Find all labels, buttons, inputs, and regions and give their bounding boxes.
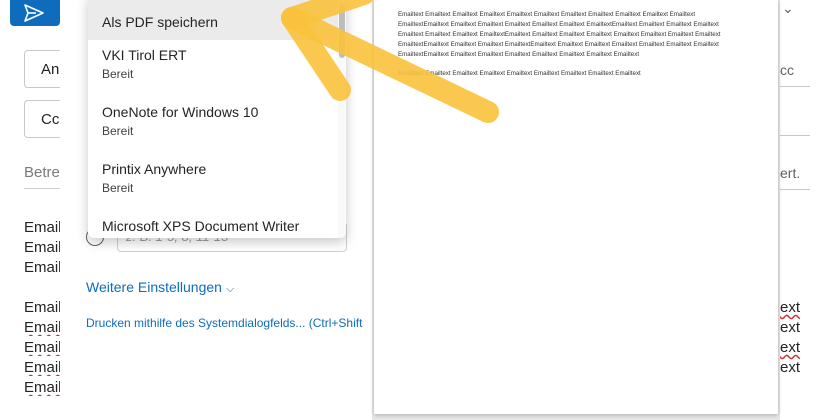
body-line: ext <box>780 359 801 376</box>
preview-text: Emailtext Emailtext Emailtext Emailtext … <box>398 10 738 88</box>
preview-paragraph: Emailtext Emailtext Emailtext Emailtext … <box>398 70 641 77</box>
print-preview: Emailtext Emailtext Emailtext Emailtext … <box>372 0 780 420</box>
printer-name: Microsoft XPS Document Writer <box>102 218 300 234</box>
printer-name: OneNote for Windows 10 <box>102 104 259 120</box>
body-line: ext <box>780 339 801 356</box>
printer-status: Bereit <box>102 67 134 81</box>
body-line: Email <box>24 359 60 376</box>
body-line: ext <box>780 299 801 316</box>
body-line: Email <box>24 339 60 356</box>
preview-paragraph: Emailtext Emailtext Emailtext Emailtext … <box>398 11 721 58</box>
send-icon <box>24 4 44 22</box>
preview-page[interactable]: Emailtext Emailtext Emailtext Emailtext … <box>374 0 778 414</box>
compose-window-left: An Cc Betref Email Email Email Email Ema… <box>0 0 84 420</box>
field-divider <box>780 86 810 87</box>
subject-hint: ert. <box>780 165 801 181</box>
printer-dropdown[interactable]: Als PDF speichern VKI Tirol ERT Bereit O… <box>88 0 346 238</box>
printer-option-printix[interactable]: Printix Anywhere Bereit <box>88 161 338 213</box>
printer-option-pdf[interactable]: Als PDF speichern <box>88 0 338 40</box>
printer-option-xps[interactable]: Microsoft XPS Document Writer <box>88 218 338 238</box>
body-line: Email <box>24 299 60 316</box>
body-line: Email <box>24 239 60 256</box>
subject-divider <box>24 188 60 189</box>
body-line: ext <box>780 319 801 336</box>
printer-status: Bereit <box>102 181 134 195</box>
subject-field[interactable]: Betref <box>24 164 64 181</box>
print-settings-panel: z. B. 1-5, 8, 11-13 Weitere Einstellunge… <box>60 0 372 420</box>
send-button[interactable] <box>10 0 60 26</box>
scrollbar-thumb[interactable] <box>339 4 345 58</box>
compose-window-right: ⌄ cc ert. ext ext ext ext <box>780 0 840 420</box>
more-settings-label: Weitere Einstellungen <box>86 279 222 295</box>
body-line: Email <box>24 379 60 396</box>
printer-status: Bereit <box>102 124 134 138</box>
printer-name: VKI Tirol ERT <box>102 47 187 63</box>
dropdown-scrollbar[interactable] <box>338 0 346 238</box>
chevron-down-icon[interactable]: ⌄ <box>782 0 794 17</box>
body-line: Email <box>24 219 60 236</box>
print-dialog: z. B. 1-5, 8, 11-13 Weitere Einstellunge… <box>60 0 780 420</box>
body-line: Email <box>24 259 60 276</box>
cc-link[interactable]: cc <box>780 62 794 78</box>
printer-option-vki[interactable]: VKI Tirol ERT Bereit <box>88 47 338 99</box>
body-line: Email <box>24 319 60 336</box>
printer-name: Printix Anywhere <box>102 161 207 177</box>
printer-name: Als PDF speichern <box>102 14 218 30</box>
more-settings-link[interactable]: Weitere Einstellungen ⌵ <box>86 279 234 296</box>
subject-divider <box>780 189 810 190</box>
system-dialog-link[interactable]: Drucken mithilfe des Systemdialogfelds..… <box>86 316 362 330</box>
field-divider <box>780 135 810 136</box>
chevron-down-icon: ⌵ <box>225 283 235 295</box>
printer-option-onenote[interactable]: OneNote for Windows 10 Bereit <box>88 104 338 156</box>
